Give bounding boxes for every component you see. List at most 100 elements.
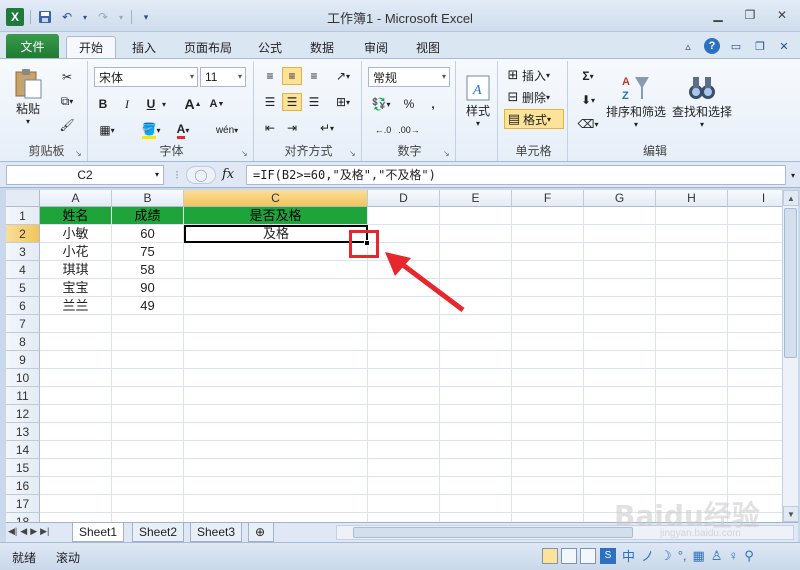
grid-cell[interactable] xyxy=(584,225,656,243)
cell-B1[interactable]: 成绩 xyxy=(112,207,184,225)
cell-B5[interactable]: 90 xyxy=(112,279,184,297)
row-header-5[interactable]: 5 xyxy=(6,279,40,297)
grid-cell[interactable] xyxy=(184,243,368,261)
name-box[interactable]: C2 ▾ xyxy=(6,165,164,185)
row-header-15[interactable]: 15 xyxy=(6,459,40,477)
scroll-up-icon[interactable]: ▲ xyxy=(783,190,799,206)
first-sheet-icon[interactable]: ◀| xyxy=(8,526,17,537)
grid-cell[interactable] xyxy=(584,405,656,423)
shrink-font-button[interactable]: A ▼ xyxy=(208,95,226,113)
grid-cell[interactable] xyxy=(728,441,782,459)
row-header-18[interactable]: 18 xyxy=(6,513,40,522)
prev-sheet-icon[interactable]: ◀ xyxy=(20,526,27,537)
tab-formulas[interactable]: 公式 xyxy=(250,36,290,58)
grid-cell[interactable] xyxy=(40,459,112,477)
number-format-select[interactable]: 常规 ▾ xyxy=(368,67,450,87)
cell-C1[interactable]: 是否及格 xyxy=(184,207,368,225)
ime-moon-icon[interactable]: ☽ xyxy=(660,548,672,564)
grid-cell[interactable] xyxy=(40,477,112,495)
grid-cell[interactable] xyxy=(184,315,368,333)
font-name-select[interactable]: 宋体 ▾ xyxy=(94,67,198,87)
grid-cell[interactable] xyxy=(184,441,368,459)
grid-cell[interactable] xyxy=(368,423,440,441)
grid-cell[interactable] xyxy=(512,495,584,513)
cell-A6[interactable]: 兰兰 xyxy=(40,297,112,315)
grid-cell[interactable] xyxy=(440,441,512,459)
sheet-tab-2[interactable]: Sheet2 xyxy=(132,523,185,542)
grid-cell[interactable] xyxy=(656,405,728,423)
ime-symbol-icon[interactable]: °, xyxy=(678,548,687,563)
grid-cell[interactable] xyxy=(584,261,656,279)
format-painter-button[interactable]: 🖌 xyxy=(54,115,80,135)
grid-cell[interactable] xyxy=(440,333,512,351)
font-size-select[interactable]: 11 ▾ xyxy=(200,67,246,87)
grid-cell[interactable] xyxy=(112,387,184,405)
row-header-9[interactable]: 9 xyxy=(6,351,40,369)
grid-cell[interactable] xyxy=(584,207,656,225)
grid-cell[interactable] xyxy=(40,369,112,387)
grid-cell[interactable] xyxy=(112,405,184,423)
clipboard-launcher-icon[interactable]: ↘ xyxy=(75,149,84,158)
grid-cell[interactable] xyxy=(512,441,584,459)
grid-cell[interactable] xyxy=(656,459,728,477)
grid-cell[interactable] xyxy=(656,387,728,405)
grid-cell[interactable] xyxy=(184,477,368,495)
grid-cell[interactable] xyxy=(112,351,184,369)
grid-cell[interactable] xyxy=(728,351,782,369)
increase-indent-button[interactable]: ⇥ xyxy=(282,119,302,137)
increase-decimal-button[interactable]: ←.0 xyxy=(372,121,394,139)
grid-cell[interactable] xyxy=(512,459,584,477)
tab-home[interactable]: 开始 xyxy=(66,36,116,58)
grid-cell[interactable] xyxy=(656,333,728,351)
underline-dropdown-icon[interactable]: ▾ xyxy=(160,95,168,113)
grid-cell[interactable] xyxy=(728,297,782,315)
grid-cell[interactable] xyxy=(656,351,728,369)
grid-cell[interactable] xyxy=(584,351,656,369)
grid-cell[interactable] xyxy=(512,405,584,423)
page-break-view-icon[interactable] xyxy=(580,548,596,564)
align-left-button[interactable]: ☰ xyxy=(260,93,280,111)
grid-cell[interactable] xyxy=(656,369,728,387)
formula-cancel-icon[interactable]: ◯ xyxy=(186,166,216,184)
grid-cell[interactable] xyxy=(728,261,782,279)
cell-A2[interactable]: 小敏 xyxy=(40,225,112,243)
ime-keyboard-icon[interactable]: ▦ xyxy=(693,548,705,564)
formula-input[interactable]: =IF(B2>=60,"及格","不及格") xyxy=(246,165,786,185)
cell-C2-selected[interactable]: 及格 xyxy=(184,225,368,243)
doc-close-icon[interactable]: ✕ xyxy=(776,38,792,54)
format-cells-button[interactable]: ▤ 格式 ▾ xyxy=(504,109,564,129)
row-header-13[interactable]: 13 xyxy=(6,423,40,441)
currency-button[interactable]: 💱 ▾ xyxy=(368,95,394,113)
grid-cell[interactable] xyxy=(584,315,656,333)
cut-button[interactable]: ✂ xyxy=(54,67,80,87)
grid-cell[interactable] xyxy=(512,351,584,369)
cell-B6[interactable]: 49 xyxy=(112,297,184,315)
grid-cell[interactable] xyxy=(184,513,368,522)
grid-cell[interactable] xyxy=(368,351,440,369)
wrap-text-button[interactable]: ↵ ▾ xyxy=(312,119,342,137)
grid-cell[interactable] xyxy=(584,387,656,405)
grid-cell[interactable] xyxy=(656,297,728,315)
grid-cell[interactable] xyxy=(368,459,440,477)
grid-cell[interactable] xyxy=(112,441,184,459)
next-sheet-icon[interactable]: ▶ xyxy=(30,526,37,537)
grid-cell[interactable] xyxy=(184,333,368,351)
grid-cell[interactable] xyxy=(656,225,728,243)
grid-cell[interactable] xyxy=(112,495,184,513)
borders-button[interactable]: ▦ ▾ xyxy=(94,121,120,139)
grid-cell[interactable] xyxy=(440,459,512,477)
grid-cell[interactable] xyxy=(368,369,440,387)
grid-cell[interactable] xyxy=(512,225,584,243)
grid-cell[interactable] xyxy=(512,261,584,279)
grid-cell[interactable] xyxy=(656,243,728,261)
paste-button[interactable]: 粘贴 ▾ xyxy=(10,65,46,129)
grid-cell[interactable] xyxy=(440,225,512,243)
last-sheet-icon[interactable]: ▶| xyxy=(40,526,49,537)
grid-cell[interactable] xyxy=(368,207,440,225)
grid-cell[interactable] xyxy=(728,225,782,243)
cell-A1[interactable]: 姓名 xyxy=(40,207,112,225)
close-icon[interactable]: ✕ xyxy=(770,6,794,24)
grid-cell[interactable] xyxy=(728,279,782,297)
row-header-16[interactable]: 16 xyxy=(6,477,40,495)
comma-button[interactable]: , xyxy=(424,95,442,113)
